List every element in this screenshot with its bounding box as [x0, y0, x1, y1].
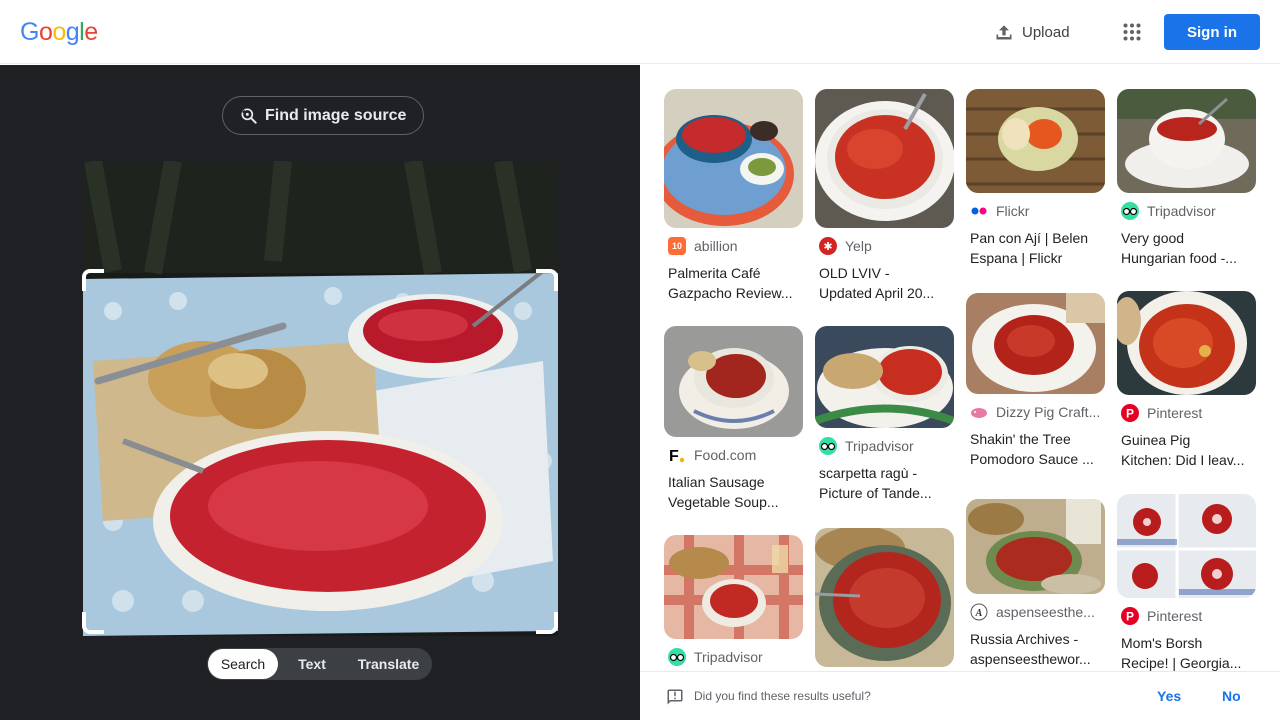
result-title[interactable]: Mom's Borsh Recipe! | Georgia...: [1121, 633, 1253, 671]
feedback-bar: Did you find these results useful? Yes N…: [640, 671, 1280, 720]
google-logo[interactable]: Google: [20, 18, 98, 46]
crop-handle-top-left[interactable]: [82, 269, 104, 291]
result-title[interactable]: Italian Sausage Vegetable Soup...: [668, 472, 800, 512]
result-source: Aaspenseesthe...: [970, 603, 1106, 621]
mode-search-tab[interactable]: Search: [208, 649, 278, 679]
result-thumbnail[interactable]: [815, 326, 954, 428]
crop-handle-bottom-right[interactable]: [536, 612, 558, 634]
find-image-source-label: Find image source: [265, 106, 407, 124]
result-title[interactable]: Guinea Pig Kitchen: Did I leav...: [1121, 430, 1253, 470]
result-title[interactable]: OLD LVIV - Updated April 20...: [819, 263, 951, 303]
result-thumbnail[interactable]: [1117, 89, 1256, 193]
result-source: Tripadvisor: [1121, 202, 1257, 220]
result-title[interactable]: Russia Archives - aspenseesthewor...: [970, 629, 1102, 669]
find-image-source-button[interactable]: Find image source: [222, 96, 425, 135]
google-apps-button[interactable]: [1112, 12, 1152, 52]
result-card[interactable]: P Pinterest Guinea Pig Kitchen: Did I leav…: [1117, 291, 1257, 470]
result-thumbnail[interactable]: [1117, 494, 1256, 598]
result-source: F Food.com: [668, 446, 757, 464]
result-card[interactable]: Tripadvisor Very good Hungarian food -...: [1117, 89, 1257, 268]
yelp-favicon: ✱: [819, 237, 837, 255]
svg-text:A: A: [975, 608, 983, 619]
result-source: Dizzy Pig Craft...: [970, 403, 1106, 421]
result-card[interactable]: Tripadvisor: [664, 535, 804, 666]
result-title[interactable]: scarpetta ragù - Picture of Tande...: [819, 463, 951, 503]
result-card[interactable]: P Pinterest Mom's Borsh Recipe! | Georgia.…: [1117, 494, 1257, 671]
query-image[interactable]: [83, 161, 558, 636]
result-card[interactable]: Tripadvisor scarpetta ragù - Picture of T…: [815, 326, 955, 503]
result-thumbnail[interactable]: [664, 535, 803, 639]
result-card[interactable]: [815, 528, 955, 667]
visual-matches-grid: 10 abillion Palmerita Café Gazpacho Review…: [640, 65, 1280, 671]
result-source: P Pinterest: [1121, 404, 1257, 422]
feedback-question: Did you find these results useful?: [694, 689, 871, 703]
result-thumbnail[interactable]: [664, 89, 803, 228]
abillion-favicon: 10: [668, 237, 686, 255]
pinterest-favicon: P: [1121, 607, 1139, 625]
upload-icon: [996, 25, 1012, 40]
result-card[interactable]: Flickr Pan con Ají | Belen Espana | Flick…: [966, 89, 1106, 268]
result-title[interactable]: Palmerita Café Gazpacho Review...: [668, 263, 800, 303]
result-thumbnail[interactable]: [966, 89, 1105, 193]
crop-handle-bottom-left[interactable]: [82, 612, 104, 634]
query-image-pane: Find image source Search Text Translate: [0, 65, 640, 720]
dizzy-pig-favicon: [970, 403, 988, 421]
result-thumbnail[interactable]: [815, 89, 954, 228]
pinterest-favicon: P: [1121, 404, 1139, 422]
result-card[interactable]: Dizzy Pig Craft... Shakin' the Tree Pomod…: [966, 293, 1106, 469]
svg-text:P: P: [1126, 610, 1134, 624]
result-title[interactable]: Very good Hungarian food -...: [1121, 228, 1253, 268]
result-card[interactable]: F Food.com Italian Sausage Vegetable Soup.…: [664, 326, 804, 512]
result-card[interactable]: 10 abillion Palmerita Café Gazpacho Review…: [664, 89, 804, 303]
result-source: 10 abillion: [668, 237, 804, 255]
result-source: Flickr: [970, 202, 1106, 220]
result-thumbnail[interactable]: [966, 293, 1105, 394]
sign-in-button[interactable]: Sign in: [1164, 14, 1260, 50]
feedback-yes-button[interactable]: Yes: [1157, 688, 1181, 704]
upload-label: Upload: [1022, 23, 1070, 41]
tripadvisor-favicon: [668, 648, 686, 666]
result-title[interactable]: Pan con Ají | Belen Espana | Flickr: [970, 228, 1102, 268]
result-source: Tripadvisor: [819, 437, 955, 455]
feedback-icon: [667, 689, 683, 705]
top-header: Google Upload Sign in: [0, 0, 1280, 64]
result-thumbnail[interactable]: [664, 326, 803, 437]
feedback-no-button[interactable]: No: [1222, 688, 1241, 704]
aspenseestheworld-favicon: A: [970, 603, 988, 621]
result-thumbnail[interactable]: [1117, 291, 1256, 395]
result-source: P Pinterest: [1121, 607, 1257, 625]
mode-text-tab[interactable]: Text: [278, 649, 346, 679]
apps-grid-icon: [1123, 23, 1141, 41]
food-com-favicon: F: [668, 446, 686, 464]
mode-translate-tab[interactable]: Translate: [346, 649, 431, 679]
upload-button[interactable]: Upload: [984, 12, 1080, 52]
result-thumbnail[interactable]: [815, 528, 954, 667]
svg-text:F: F: [669, 448, 679, 464]
result-source: ✱ Yelp: [819, 237, 955, 255]
lens-search-icon: [241, 108, 257, 124]
flickr-favicon: [970, 202, 988, 220]
svg-text:✱: ✱: [823, 240, 832, 253]
crop-handle-top-right[interactable]: [536, 269, 558, 291]
result-title[interactable]: Shakin' the Tree Pomodoro Sauce ...: [970, 429, 1102, 469]
tripadvisor-favicon: [819, 437, 837, 455]
result-thumbnail[interactable]: [966, 499, 1105, 594]
result-card[interactable]: ✱ Yelp OLD LVIV - Updated April 20...: [815, 89, 955, 303]
result-card[interactable]: Aaspenseesthe... Russia Archives - aspens…: [966, 499, 1106, 669]
result-source: Tripadvisor: [668, 648, 804, 666]
mode-switcher: Search Text Translate: [207, 648, 432, 680]
tripadvisor-favicon: [1121, 202, 1139, 220]
svg-text:P: P: [1126, 407, 1134, 421]
